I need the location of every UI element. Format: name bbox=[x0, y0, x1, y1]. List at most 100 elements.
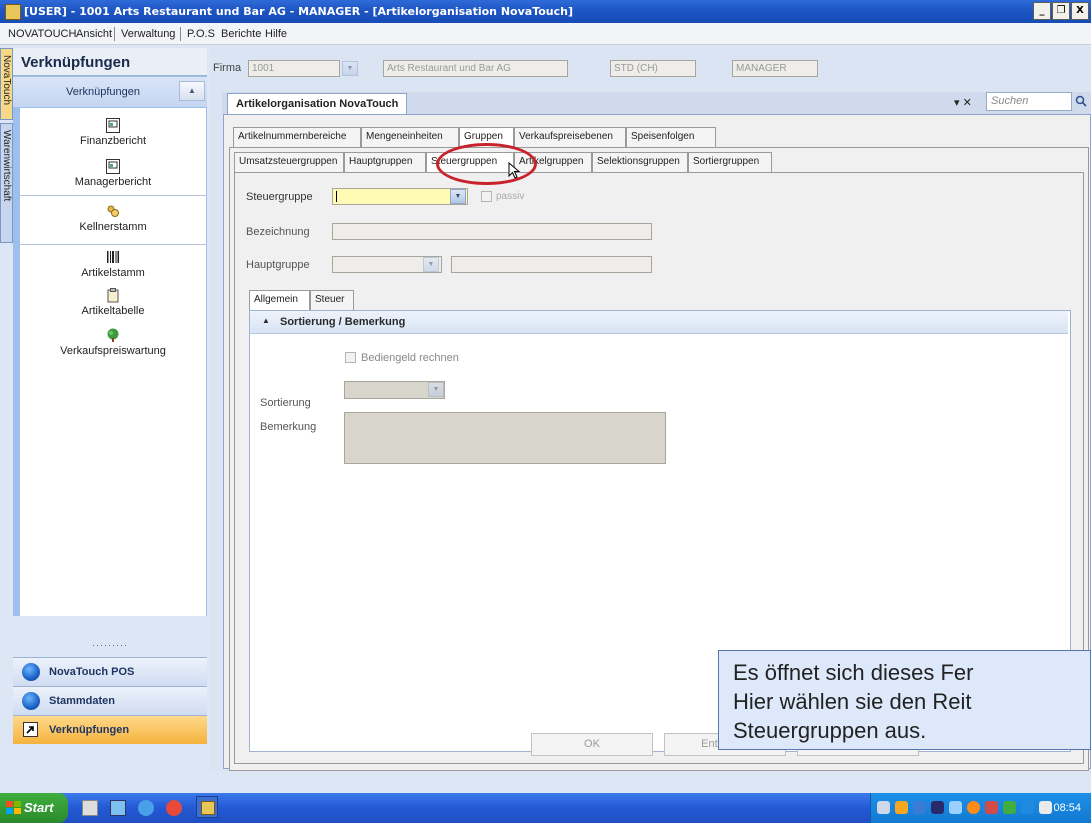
tab-selektionsgruppen[interactable]: Selektionsgruppen bbox=[592, 152, 688, 172]
nav-scroll-up-button[interactable]: ▲ bbox=[179, 81, 205, 101]
nav-item-artikeltabelle[interactable]: Artikeltabelle bbox=[20, 288, 206, 317]
tray-app-icon[interactable] bbox=[985, 801, 998, 814]
passiv-checkbox[interactable] bbox=[481, 191, 492, 202]
nav-link-novatouch-pos[interactable]: NovaTouch POS bbox=[13, 657, 207, 686]
document-tab[interactable]: Artikelorganisation NovaTouch bbox=[227, 93, 408, 114]
menu-berichte[interactable]: Berichte bbox=[221, 28, 261, 40]
firma-select: 1001 bbox=[248, 60, 340, 77]
search-icon[interactable] bbox=[1075, 95, 1087, 107]
minimize-button[interactable]: _ bbox=[1033, 2, 1051, 20]
bediengeld-checkbox bbox=[345, 352, 356, 363]
tray-app-icon[interactable] bbox=[949, 801, 962, 814]
tab-verkaufspreisebenen[interactable]: Verkaufspreisebenen bbox=[514, 127, 626, 147]
tab-allgemein[interactable]: Allgemein bbox=[249, 290, 310, 310]
hauptgruppe-name-field bbox=[451, 256, 652, 273]
hauptgruppe-label: Hauptgruppe bbox=[246, 259, 310, 271]
taskbar-clock: 08:54 bbox=[1053, 802, 1081, 814]
steuergruppe-label: Steuergruppe bbox=[246, 191, 313, 203]
tab-mengeneinheiten[interactable]: Mengeneinheiten bbox=[361, 127, 459, 147]
tab-steuer[interactable]: Steuer bbox=[310, 290, 354, 310]
tabs-level3: Allgemein Steuer bbox=[249, 290, 369, 310]
quicklaunch-desktop-icon[interactable] bbox=[82, 800, 98, 816]
nav-subheader[interactable]: Verknüpfungen ▲ bbox=[13, 77, 207, 107]
nav-item-managerbericht[interactable]: Managerbericht bbox=[20, 159, 206, 188]
steuergruppe-select[interactable] bbox=[332, 188, 468, 205]
nav-divider bbox=[20, 244, 206, 245]
clipboard-icon bbox=[107, 288, 119, 303]
document-close-icon[interactable]: ▾ ✕ bbox=[954, 96, 972, 109]
quicklaunch-explorer-icon[interactable] bbox=[110, 800, 126, 816]
maximize-button[interactable]: ❐ bbox=[1052, 2, 1070, 20]
menu-verwaltung[interactable]: Verwaltung bbox=[121, 28, 175, 40]
bezeichnung-field bbox=[332, 223, 652, 240]
tray-app-icon[interactable] bbox=[1021, 801, 1034, 814]
nav-link-stammdaten[interactable]: Stammdaten bbox=[13, 686, 207, 715]
callout-line-3: Steuergruppen aus. bbox=[733, 718, 927, 743]
tab-sortiergruppen[interactable]: Sortiergruppen bbox=[688, 152, 772, 172]
menu-separator bbox=[114, 27, 115, 41]
windows-logo-icon bbox=[6, 801, 21, 814]
bemerkung-label: Bemerkung bbox=[260, 421, 317, 433]
menu-pos[interactable]: P.O.S bbox=[187, 28, 215, 40]
navigation-panel: Verknüpfungen Verknüpfungen ▲ Finanzberi… bbox=[13, 48, 207, 744]
tray-app-icon[interactable] bbox=[931, 801, 944, 814]
company-name-field: Arts Restaurant und Bar AG bbox=[383, 60, 568, 77]
nav-shortcut-list: Finanzbericht Managerbericht Kellnerstam… bbox=[20, 108, 206, 618]
nav-item-verkaufspreiswartung[interactable]: Verkaufspreiswartung bbox=[20, 328, 206, 357]
report-icon bbox=[106, 118, 120, 133]
callout-line-2: Hier wählen sie den Reit bbox=[733, 689, 972, 714]
mouse-pointer-icon bbox=[508, 162, 521, 179]
start-button[interactable]: Start bbox=[0, 793, 68, 823]
tray-app-icon[interactable] bbox=[1003, 801, 1016, 814]
sortierung-label: Sortierung bbox=[260, 397, 311, 409]
quicklaunch-chrome-icon[interactable] bbox=[166, 800, 182, 816]
tab-artikelnummernbereiche[interactable]: Artikelnummernbereiche bbox=[233, 127, 361, 147]
nav-item-kellnerstamm[interactable]: Kellnerstamm bbox=[20, 204, 206, 233]
tray-flag-icon[interactable] bbox=[1039, 801, 1052, 814]
sidetab-warenwirtschaft[interactable]: Warenwirtschaft bbox=[0, 123, 13, 243]
menu-ansicht[interactable]: Ansicht bbox=[76, 28, 112, 40]
globe-icon bbox=[22, 692, 40, 710]
tray-app-icon[interactable] bbox=[895, 801, 908, 814]
nav-bottom-section: ········· NovaTouch POS Stammdaten Verkn… bbox=[13, 616, 207, 744]
nav-header: Verknüpfungen bbox=[13, 48, 207, 76]
tab-speisenfolgen[interactable]: Speisenfolgen bbox=[626, 127, 716, 147]
users-icon bbox=[107, 205, 119, 217]
passiv-label: passiv bbox=[496, 191, 525, 202]
collapse-icon[interactable]: ▲ bbox=[262, 316, 270, 325]
report-icon bbox=[106, 159, 120, 174]
nav-item-finanzbericht[interactable]: Finanzbericht bbox=[20, 118, 206, 147]
barcode-icon bbox=[107, 251, 119, 263]
text-cursor bbox=[336, 191, 337, 202]
tray-network-icon[interactable] bbox=[877, 801, 890, 814]
sidetab-novatouch[interactable]: NovaTouch bbox=[0, 48, 13, 120]
firma-label: Firma bbox=[213, 62, 242, 74]
menu-bar: NOVATOUCH Ansicht Verwaltung P.O.S Beric… bbox=[0, 23, 1091, 45]
nav-grip[interactable]: ········· bbox=[13, 640, 207, 650]
app-icon bbox=[201, 801, 215, 815]
nav-item-artikelstamm[interactable]: Artikelstamm bbox=[20, 250, 206, 279]
tab-umsatzsteuergruppen[interactable]: Umsatzsteuergruppen bbox=[234, 152, 344, 172]
quicklaunch-ie-icon[interactable] bbox=[138, 800, 154, 816]
tab-hauptgruppen[interactable]: Hauptgruppen bbox=[344, 152, 426, 172]
nav-link-verknuepfungen[interactable]: Verknüpfungen bbox=[13, 715, 207, 744]
tray-app-icon[interactable] bbox=[913, 801, 926, 814]
ok-button[interactable]: OK bbox=[531, 733, 653, 756]
section-header[interactable]: ▲ Sortierung / Bemerkung bbox=[250, 311, 1068, 334]
shortcut-icon bbox=[23, 722, 38, 737]
tabs-level2: Umsatzsteuergruppen Hauptgruppen Steuerg… bbox=[234, 152, 844, 172]
hauptgruppe-dropdown-button: ▼ bbox=[423, 257, 439, 272]
currency-field: STD (CH) bbox=[610, 60, 696, 77]
role-field: MANAGER bbox=[732, 60, 818, 77]
sortierung-dropdown-button: ▼ bbox=[428, 382, 444, 397]
close-button[interactable]: X bbox=[1071, 2, 1089, 20]
steuergruppe-dropdown-button[interactable]: ▼ bbox=[450, 189, 466, 204]
menu-novatouch[interactable]: NOVATOUCH bbox=[8, 28, 76, 40]
taskbar-app-button[interactable] bbox=[196, 796, 218, 818]
menu-hilfe[interactable]: Hilfe bbox=[265, 28, 287, 40]
app-icon bbox=[5, 4, 21, 20]
system-tray: 08:54 bbox=[870, 793, 1091, 823]
bemerkung-textarea bbox=[344, 412, 666, 464]
search-input[interactable]: Suchen bbox=[986, 92, 1072, 111]
tray-app-icon[interactable] bbox=[967, 801, 980, 814]
